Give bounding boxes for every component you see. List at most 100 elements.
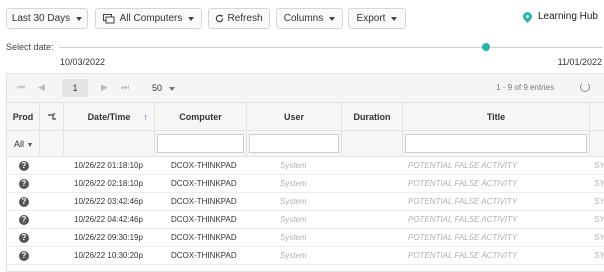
computer-cell: DCOX-THINKPAD bbox=[171, 161, 237, 170]
duration-filter-cell bbox=[342, 131, 403, 157]
computer-icon bbox=[102, 13, 115, 23]
current-page[interactable]: 1 bbox=[62, 79, 88, 97]
learning-hub-link[interactable]: Learning Hub bbox=[521, 10, 598, 23]
date-range-dropdown[interactable]: Last 30 Days bbox=[6, 8, 88, 29]
location-pin-icon bbox=[521, 10, 534, 23]
table-row[interactable]: ? 10/26/22 03:42:46p DCOX-THINKPAD System PO… bbox=[7, 193, 604, 211]
columns-label: Columns bbox=[283, 13, 324, 24]
title-cell: POTENTIAL FALSE ACTIVITY bbox=[408, 251, 518, 260]
chevron-down-icon bbox=[391, 16, 398, 21]
computer-filter-input[interactable] bbox=[157, 134, 244, 153]
computer-cell: DCOX-THINKPAD bbox=[171, 251, 237, 260]
column-header-user[interactable]: User bbox=[247, 103, 342, 131]
computers-dropdown[interactable]: All Computers bbox=[95, 8, 202, 29]
user-cell: System bbox=[280, 233, 307, 242]
overflow-cell: SY bbox=[594, 233, 604, 242]
datetime-cell: 10/26/22 10:30:20p bbox=[74, 251, 143, 260]
table-row[interactable]: ? 10/26/22 01:18:10p DCOX-THINKPAD System PO… bbox=[7, 157, 604, 175]
prod-filter-select[interactable]: All bbox=[14, 139, 32, 149]
help-icon: ? bbox=[19, 161, 29, 171]
computers-label: All Computers bbox=[119, 13, 183, 24]
computer-cell: DCOX-THINKPAD bbox=[171, 233, 237, 242]
datetime-cell: 10/26/22 01:18:10p bbox=[74, 161, 143, 170]
column-header-prod[interactable]: Prod bbox=[7, 103, 40, 131]
help-icon: ? bbox=[19, 197, 29, 207]
prev-page-icon[interactable]: ◀ bbox=[38, 82, 45, 93]
overflow-cell: SY bbox=[594, 215, 604, 224]
refresh-button[interactable]: Refresh bbox=[208, 8, 270, 29]
activity-grid: ⏮ ◀ 1 ▶ ⏭ 50 1 - 9 of 9 entries Prod Dat… bbox=[6, 73, 604, 272]
toolbar: Last 30 Days All Computers Refresh Colum… bbox=[0, 0, 604, 38]
computer-filter-cell bbox=[155, 131, 247, 157]
overflow-cell: SY bbox=[594, 161, 604, 170]
prod-filter-value: All bbox=[14, 139, 25, 149]
page-size-select[interactable]: 50 bbox=[144, 79, 180, 97]
table-header: Prod Date/Time ↑ Computer User Duration … bbox=[7, 103, 604, 131]
column-header-computer[interactable]: Computer bbox=[155, 103, 247, 131]
column-header-overflow bbox=[590, 103, 604, 131]
columns-dropdown[interactable]: Columns bbox=[276, 8, 343, 29]
refresh-icon[interactable] bbox=[580, 82, 590, 92]
overflow-cell: SY bbox=[594, 197, 604, 206]
user-cell: System bbox=[280, 179, 307, 188]
select-date-label: Select date: bbox=[6, 42, 54, 52]
overflow-cell: SY bbox=[594, 251, 604, 260]
table-row[interactable]: ? 10/26/22 04:42:46p DCOX-THINKPAD System PO… bbox=[7, 211, 604, 229]
computer-cell: DCOX-THINKPAD bbox=[171, 215, 237, 224]
refresh-label: Refresh bbox=[227, 13, 263, 24]
table-row[interactable]: ? 10/26/22 02:18:10p DCOX-THINKPAD System PO… bbox=[7, 175, 604, 193]
user-cell: System bbox=[280, 251, 307, 260]
help-icon: ? bbox=[19, 215, 29, 225]
next-page-icon[interactable]: ▶ bbox=[101, 82, 108, 93]
start-date: 10/03/2022 bbox=[60, 57, 106, 67]
help-icon: ? bbox=[19, 251, 29, 261]
end-date: 11/01/2022 bbox=[557, 57, 602, 67]
computer-cell: DCOX-THINKPAD bbox=[171, 197, 237, 206]
title-cell: POTENTIAL FALSE ACTIVITY bbox=[408, 215, 518, 224]
chevron-down-icon bbox=[27, 143, 32, 147]
chevron-down-icon bbox=[329, 16, 336, 21]
filter-row: All bbox=[7, 131, 604, 157]
export-dropdown[interactable]: Export bbox=[348, 8, 406, 29]
learning-hub-label: Learning Hub bbox=[537, 11, 598, 22]
link-icon bbox=[47, 113, 56, 120]
chevron-down-icon bbox=[188, 16, 195, 21]
help-icon: ? bbox=[19, 179, 29, 189]
help-icon: ? bbox=[19, 233, 29, 243]
sort-ascending-icon: ↑ bbox=[143, 112, 149, 122]
pager: ⏮ ◀ 1 ▶ ⏭ 50 1 - 9 of 9 entries bbox=[7, 74, 604, 103]
datetime-cell: 10/26/22 02:18:10p bbox=[74, 179, 143, 188]
title-filter-input[interactable] bbox=[405, 134, 587, 153]
link-filter-cell bbox=[40, 131, 64, 157]
chevron-down-icon bbox=[76, 16, 83, 21]
chevron-down-icon bbox=[168, 87, 175, 91]
column-header-title[interactable]: Title bbox=[403, 103, 590, 131]
date-slider-track[interactable] bbox=[59, 47, 603, 48]
table-row[interactable]: ? 10/26/22 10:30:20p DCOX-THINKPAD System PO… bbox=[7, 247, 604, 265]
user-cell: System bbox=[280, 215, 307, 224]
last-page-icon[interactable]: ⏭ bbox=[121, 82, 129, 93]
datetime-cell: 10/26/22 09:30:19p bbox=[74, 233, 143, 242]
refresh-icon bbox=[216, 14, 224, 23]
column-header-link[interactable] bbox=[40, 103, 64, 131]
title-cell: POTENTIAL FALSE ACTIVITY bbox=[408, 179, 518, 188]
title-cell: POTENTIAL FALSE ACTIVITY bbox=[408, 197, 518, 206]
column-header-datetime[interactable]: Date/Time ↑ bbox=[64, 103, 155, 131]
user-cell: System bbox=[280, 161, 307, 170]
entries-count: 1 - 9 of 9 entries bbox=[496, 83, 554, 92]
title-cell: POTENTIAL FALSE ACTIVITY bbox=[408, 233, 518, 242]
date-slider-handle[interactable] bbox=[482, 43, 490, 51]
datetime-cell: 10/26/22 04:42:46p bbox=[74, 215, 143, 224]
title-cell: POTENTIAL FALSE ACTIVITY bbox=[408, 161, 518, 170]
first-page-icon[interactable]: ⏮ bbox=[17, 82, 25, 93]
user-filter-input[interactable] bbox=[249, 134, 339, 153]
page-size-value: 50 bbox=[152, 83, 163, 93]
table-row[interactable]: ? 10/26/22 09:30:19p DCOX-THINKPAD System PO… bbox=[7, 229, 604, 247]
computer-cell: DCOX-THINKPAD bbox=[171, 179, 237, 188]
overflow-cell: SY bbox=[594, 179, 604, 188]
column-header-duration[interactable]: Duration bbox=[342, 103, 403, 131]
datetime-filter-cell bbox=[64, 131, 155, 157]
prod-filter[interactable]: All bbox=[7, 131, 40, 157]
user-filter-cell bbox=[247, 131, 342, 157]
user-cell: System bbox=[280, 197, 307, 206]
